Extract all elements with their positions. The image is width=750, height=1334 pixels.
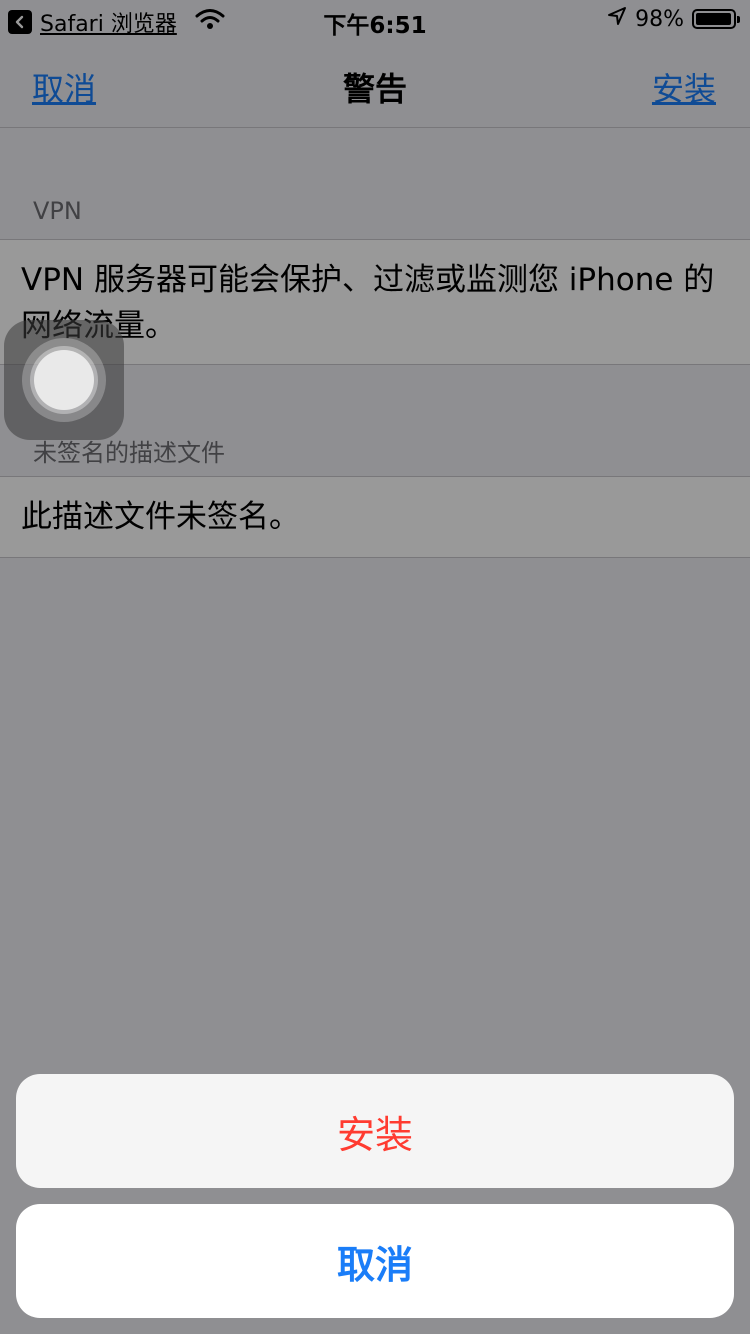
- screen: Safari 浏览器 下午6:51 98% 取消 警告 安装 VPN VPN 服…: [0, 0, 750, 1334]
- action-sheet-install-button[interactable]: 安装: [16, 1074, 734, 1188]
- assistive-touch-dot-icon: [34, 350, 94, 410]
- action-sheet-cancel-label: 取消: [336, 1242, 413, 1287]
- assistive-touch-button[interactable]: [4, 320, 124, 440]
- assistive-touch-ring: [22, 338, 106, 422]
- action-sheet-install-label: 安装: [336, 1112, 413, 1157]
- action-sheet-cancel-button[interactable]: 取消: [16, 1204, 734, 1318]
